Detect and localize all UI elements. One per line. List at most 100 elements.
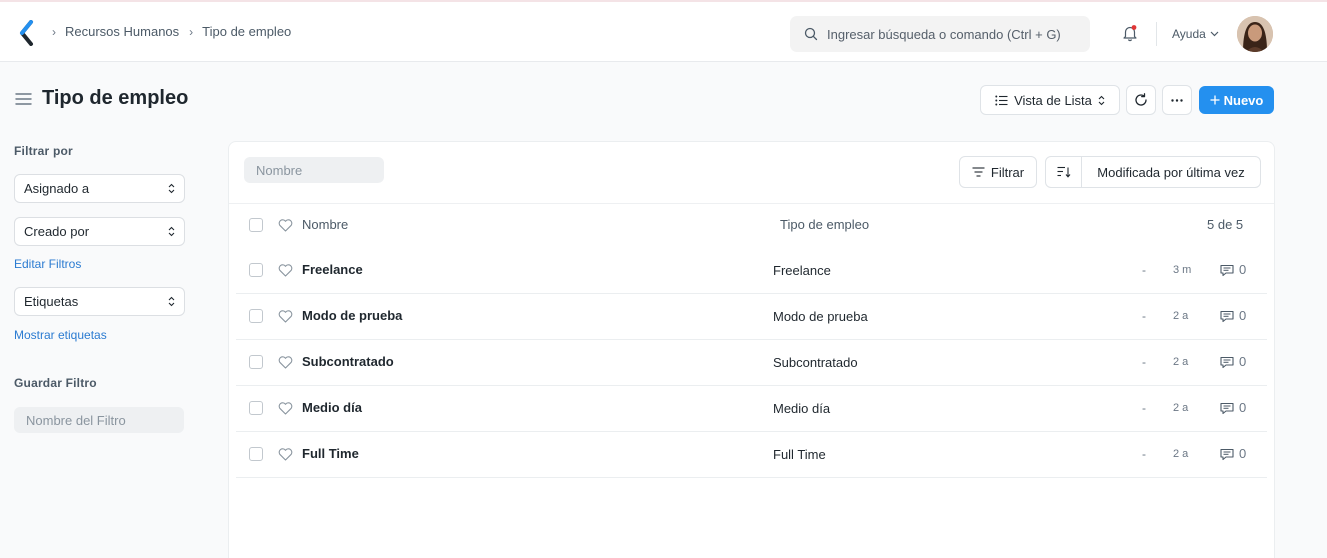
row-comment-count: 0 — [1239, 446, 1247, 461]
sort-updown-icon — [1098, 95, 1105, 105]
created-by-select[interactable]: Creado por — [14, 217, 185, 246]
page-title: Tipo de empleo — [42, 87, 189, 109]
breadcrumb-item-module[interactable]: Recursos Humanos — [65, 24, 179, 39]
row-comment-count: 0 — [1239, 308, 1247, 323]
new-button[interactable]: Nuevo — [1199, 86, 1274, 114]
filter-button-label: Filtrar — [990, 164, 1025, 180]
sort-updown-icon — [168, 226, 175, 237]
row-type: Full Time — [773, 447, 826, 462]
list-row[interactable]: Full Time Full Time - 2 a 0 — [236, 432, 1267, 478]
refresh-icon — [1135, 93, 1147, 106]
row-name-link[interactable]: Subcontratado — [302, 354, 394, 369]
row-checkbox[interactable] — [249, 263, 263, 277]
row-dash: - — [1142, 447, 1146, 461]
row-checkbox[interactable] — [249, 309, 263, 323]
breadcrumb: › Recursos Humanos › Tipo de empleo — [52, 24, 301, 39]
comment-icon — [1220, 402, 1234, 415]
column-header-name: Nombre — [302, 217, 349, 232]
row-name-link[interactable]: Full Time — [302, 446, 359, 461]
sort-order-icon — [1057, 166, 1070, 178]
more-options-button[interactable] — [1162, 85, 1192, 115]
row-modified: 2 a — [1173, 310, 1189, 322]
list-row[interactable]: Subcontratado Subcontratado - 2 a 0 — [236, 340, 1267, 386]
avatar[interactable] — [1237, 16, 1273, 52]
heart-icon[interactable] — [278, 264, 293, 277]
list-row[interactable]: Freelance Freelance - 3 m 0 — [236, 248, 1267, 294]
heart-icon[interactable] — [278, 310, 293, 323]
name-filter-input[interactable]: Nombre — [244, 157, 384, 183]
row-type: Modo de prueba — [773, 309, 868, 324]
plus-icon — [1210, 95, 1220, 105]
list-header: Nombre Tipo de empleo 5 de 5 — [236, 204, 1267, 250]
row-checkbox[interactable] — [249, 401, 263, 415]
heart-icon[interactable] — [278, 402, 293, 415]
row-comment-count: 0 — [1239, 262, 1247, 277]
comment-icon — [1220, 310, 1234, 323]
view-switcher-button[interactable]: Vista de Lista — [980, 85, 1120, 115]
navbar-divider — [1156, 22, 1157, 46]
list-icon — [995, 95, 1008, 105]
app-logo-icon[interactable] — [18, 20, 36, 46]
sort-updown-icon — [168, 296, 175, 307]
chevron-right-icon: › — [189, 24, 194, 39]
filter-button[interactable]: Filtrar — [959, 156, 1037, 188]
chevron-down-icon — [1210, 31, 1219, 37]
row-modified: 3 m — [1173, 264, 1192, 276]
show-tags-link[interactable]: Mostrar etiquetas — [14, 328, 107, 342]
filter-name-placeholder: Nombre del Filtro — [26, 412, 126, 428]
row-modified: 2 a — [1173, 448, 1189, 460]
comment-icon — [1220, 448, 1234, 461]
result-count: 5 de 5 — [1207, 217, 1244, 232]
row-modified: 2 a — [1173, 356, 1189, 368]
chevron-right-icon: › — [52, 24, 56, 39]
filter-by-heading: Filtrar por — [14, 144, 73, 158]
row-comment-count: 0 — [1239, 354, 1247, 369]
edit-filters-link[interactable]: Editar Filtros — [14, 257, 81, 271]
row-checkbox[interactable] — [249, 447, 263, 461]
row-dash: - — [1142, 263, 1146, 277]
row-dash: - — [1142, 309, 1146, 323]
tags-select[interactable]: Etiquetas — [14, 287, 185, 316]
tags-label: Etiquetas — [24, 294, 79, 309]
sort-field-button[interactable]: Modificada por última vez — [1082, 165, 1260, 180]
row-type: Subcontratado — [773, 355, 858, 370]
row-name-link[interactable]: Freelance — [302, 262, 363, 277]
new-button-label: Nuevo — [1223, 92, 1264, 108]
comment-icon — [1220, 264, 1234, 277]
bell-icon[interactable] — [1121, 24, 1139, 42]
row-name-link[interactable]: Modo de prueba — [302, 308, 402, 323]
comment-icon — [1220, 356, 1234, 369]
heart-icon[interactable] — [278, 356, 293, 369]
column-header-type: Tipo de empleo — [780, 217, 870, 232]
search-input[interactable]: Ingresar búsqueda o comando (Ctrl + G) — [790, 16, 1090, 52]
search-placeholder: Ingresar búsqueda o comando (Ctrl + G) — [827, 26, 1061, 42]
row-dash: - — [1142, 401, 1146, 415]
save-filter-heading: Guardar Filtro — [14, 376, 97, 390]
more-icon — [1171, 98, 1183, 102]
view-switcher-label: Vista de Lista — [1014, 92, 1092, 108]
navbar: › Recursos Humanos › Tipo de empleo Ingr… — [0, 0, 1327, 62]
select-all-checkbox[interactable] — [249, 218, 263, 232]
list-row[interactable]: Modo de prueba Modo de prueba - 2 a 0 — [236, 294, 1267, 340]
row-dash: - — [1142, 355, 1146, 369]
row-name-link[interactable]: Medio día — [302, 400, 362, 415]
heart-icon[interactable] — [278, 448, 293, 461]
sort-order-button[interactable] — [1046, 157, 1082, 187]
row-modified: 2 a — [1173, 402, 1189, 414]
breadcrumb-item-doctype[interactable]: Tipo de empleo — [202, 24, 291, 39]
row-type: Medio día — [773, 401, 831, 416]
assigned-to-select[interactable]: Asignado a — [14, 174, 185, 203]
row-comment-count: 0 — [1239, 400, 1247, 415]
row-checkbox[interactable] — [249, 355, 263, 369]
help-label: Ayuda — [1172, 27, 1206, 41]
hamburger-icon[interactable] — [15, 92, 32, 106]
created-by-label: Creado por — [24, 224, 90, 239]
list-row[interactable]: Medio día Medio día - 2 a 0 — [236, 386, 1267, 432]
heart-icon[interactable] — [278, 219, 293, 232]
name-filter-placeholder: Nombre — [256, 162, 303, 178]
help-dropdown[interactable]: Ayuda — [1172, 27, 1219, 41]
filter-name-input[interactable]: Nombre del Filtro — [14, 407, 184, 433]
row-type: Freelance — [773, 263, 831, 278]
refresh-button[interactable] — [1126, 85, 1156, 115]
assigned-to-label: Asignado a — [24, 181, 90, 196]
